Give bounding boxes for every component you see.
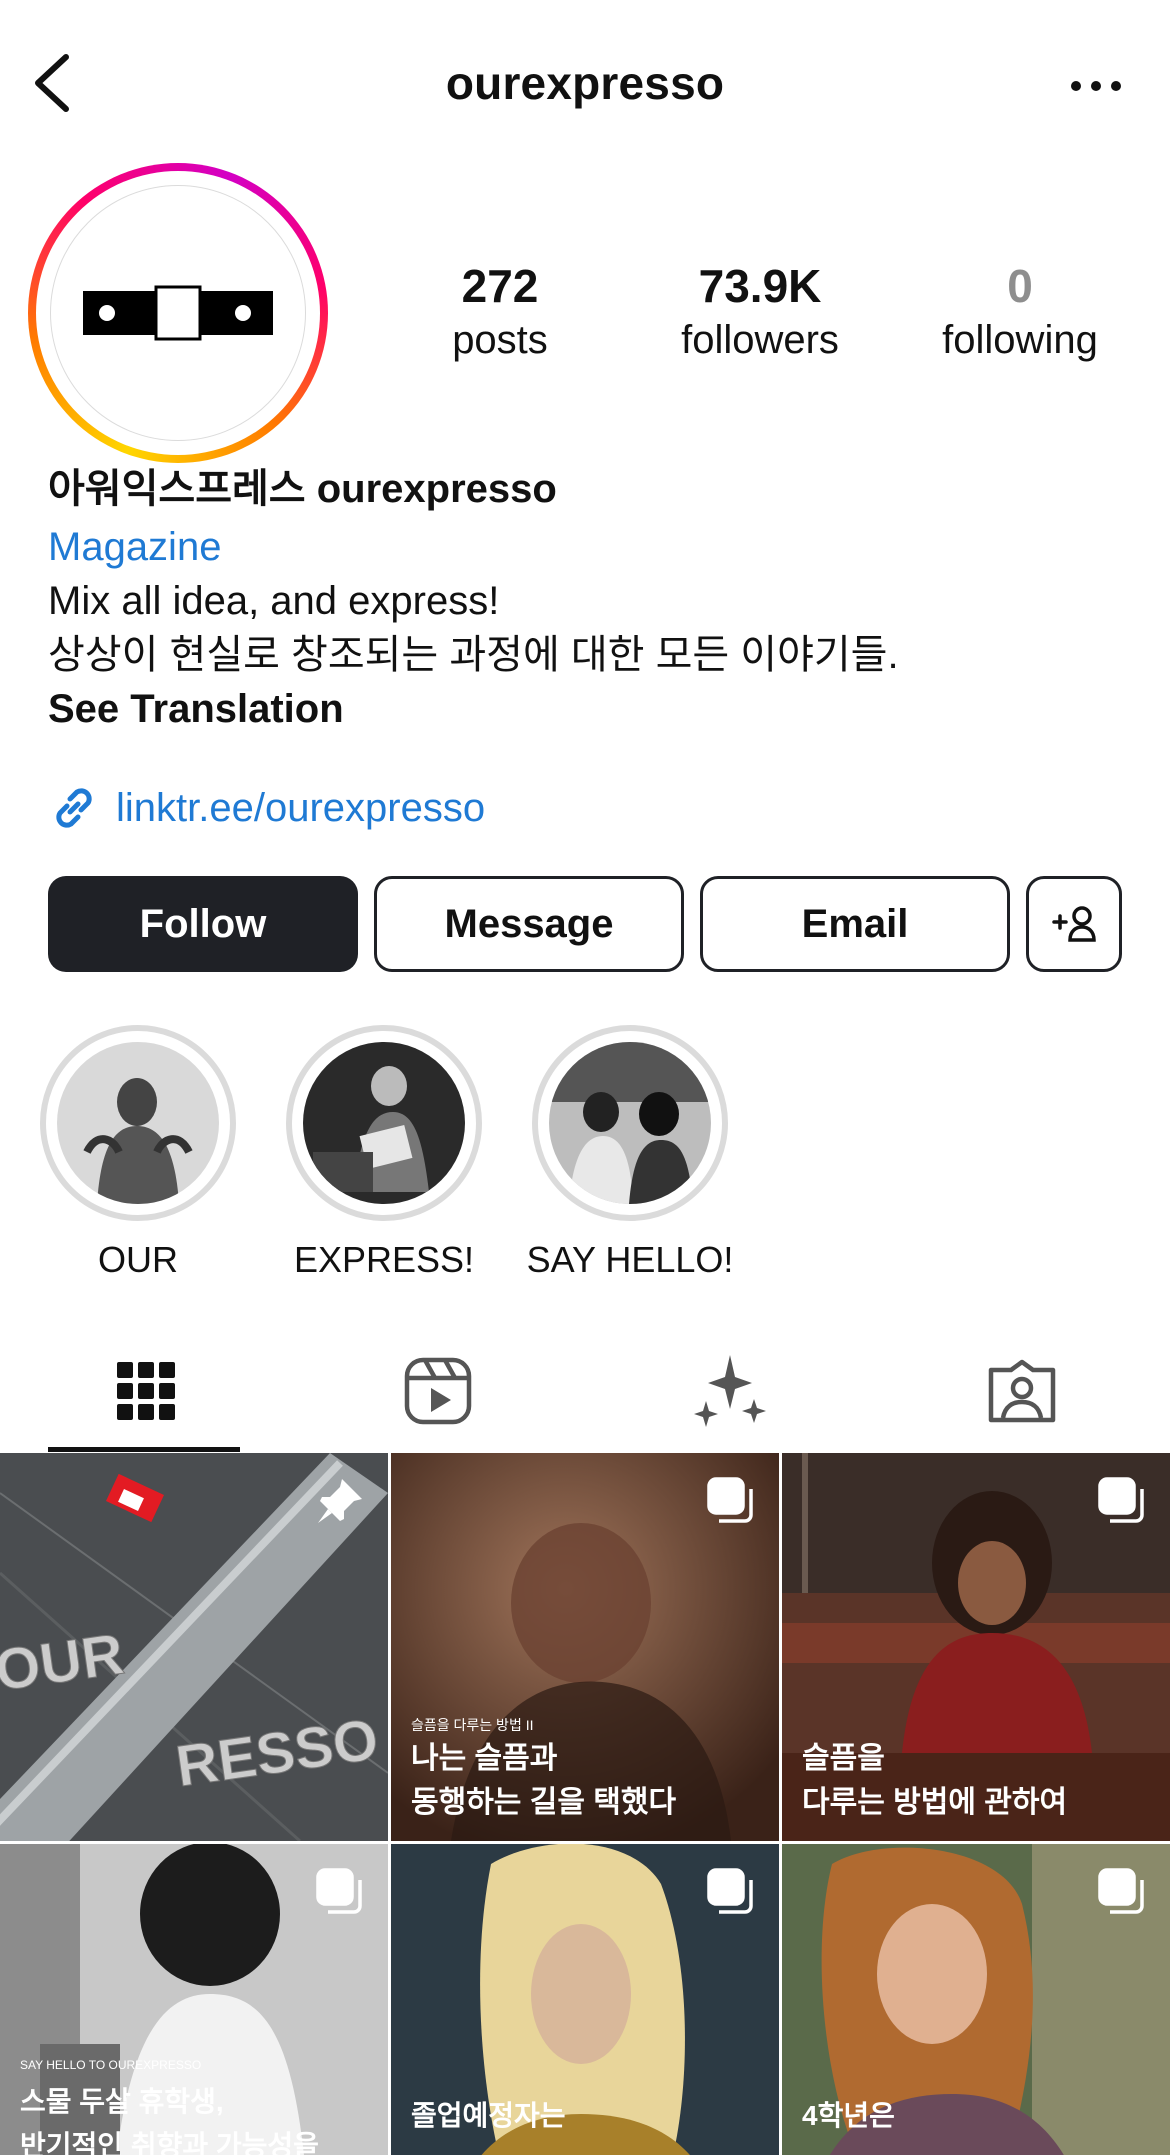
post-kicker: 슬픔을 다루는 방법 II	[411, 1717, 534, 1733]
tab-tagged[interactable]	[876, 1330, 1168, 1452]
carousel-icon	[1098, 1477, 1144, 1523]
display-name: 아워익스프레스 ourexpresso	[48, 467, 557, 511]
follow-button[interactable]: Follow	[48, 876, 358, 972]
avatar-story-ring[interactable]	[28, 163, 328, 463]
highlight-label: SAY HELLO!	[526, 1239, 734, 1280]
post-title-line: 4학년은	[802, 2100, 895, 2131]
add-user-icon	[1052, 906, 1096, 942]
tab-guides[interactable]	[584, 1330, 876, 1452]
highlight-cover	[303, 1042, 465, 1204]
bio-line: 상상이 현실로 창조되는 과정에 대한 모든 이야기들.	[48, 633, 899, 677]
followers-count[interactable]: 73.9K followers	[640, 258, 880, 378]
tab-posts[interactable]	[0, 1330, 292, 1452]
highlight-cover	[57, 1042, 219, 1204]
profile-link-text: linktr.ee/ourexpresso	[116, 785, 486, 830]
active-tab-indicator	[48, 1447, 240, 1452]
post-title-line: 동행하는 길을 택했다	[411, 1786, 677, 1819]
profile-link[interactable]: linktr.ee/ourexpresso	[48, 782, 485, 834]
story-highlight[interactable]: EXPRESS!	[286, 1025, 482, 1281]
story-highlight[interactable]: SAY HELLO!	[527, 1025, 733, 1281]
reels-icon	[404, 1357, 472, 1425]
carousel-icon	[1098, 1868, 1144, 1914]
more-icon	[1071, 81, 1121, 91]
grid-icon	[117, 1362, 175, 1420]
post-title-line: 다루는 방법에 관하여	[802, 1786, 1068, 1819]
carousel-icon	[316, 1868, 362, 1914]
carousel-icon	[707, 1477, 753, 1523]
profile-actions: Follow Message Email	[48, 876, 1122, 972]
message-button[interactable]: Message	[374, 876, 684, 972]
post-thumbnail[interactable]: 졸업예정자는	[391, 1844, 779, 2155]
post-title-line: 슬픔을	[802, 1742, 885, 1775]
sparkle-icon	[694, 1355, 766, 1427]
post-thumbnail[interactable]: 슬픔을 다루는 방법에 관하여	[782, 1453, 1170, 1841]
post-thumbnail[interactable]: 4학년은	[782, 1844, 1170, 2155]
see-translation-link[interactable]: See Translation	[48, 682, 1138, 736]
post-title-line: 스물 두살 휴학생,	[20, 2086, 224, 2117]
post-kicker: SAY HELLO TO OUREXPRESSO	[20, 2058, 202, 2072]
highlight-cover	[549, 1042, 711, 1204]
pin-icon	[318, 1479, 362, 1523]
following-count[interactable]: 0 following	[900, 258, 1140, 378]
profile-tabs	[0, 1330, 1170, 1452]
post-thumbnail[interactable]: 슬픔을 다루는 방법 II 나는 슬픔과 동행하는 길을 택했다	[391, 1453, 779, 1841]
page-title: ourexpresso	[445, 57, 725, 109]
post-title-line: 졸업예정자는	[411, 2100, 566, 2131]
story-highlight[interactable]: OUR	[40, 1025, 236, 1281]
profile-stats: 272 posts 73.9K followers 0 following	[380, 258, 1140, 378]
post-title-line: 나는 슬픔과	[411, 1742, 558, 1775]
post-thumbnail[interactable]: OUR RESSO	[0, 1453, 388, 1841]
post-thumbnail[interactable]: SAY HELLO TO OUREXPRESSO 스물 두살 휴학생, 반기적인…	[0, 1844, 388, 2155]
profile-header: ourexpresso	[0, 0, 1170, 170]
link-icon	[56, 788, 92, 828]
tab-reels[interactable]	[292, 1330, 584, 1452]
tagged-icon	[988, 1359, 1056, 1423]
category-label[interactable]: Magazine	[48, 520, 1138, 574]
post-title-line: 반기적인 취향과 가능성을	[20, 2130, 319, 2155]
more-options-button[interactable]	[1066, 66, 1126, 106]
profile-bio: 아워익스프레스 ourexpresso Magazine Mix all ide…	[48, 462, 1138, 736]
posts-count[interactable]: 272 posts	[380, 258, 620, 378]
avatar	[50, 185, 306, 441]
bio-line: Mix all idea, and express!	[48, 579, 500, 623]
suggested-users-button[interactable]	[1026, 876, 1122, 972]
email-button[interactable]: Email	[700, 876, 1010, 972]
carousel-icon	[707, 1868, 753, 1914]
brand-logo-icon	[83, 285, 273, 341]
